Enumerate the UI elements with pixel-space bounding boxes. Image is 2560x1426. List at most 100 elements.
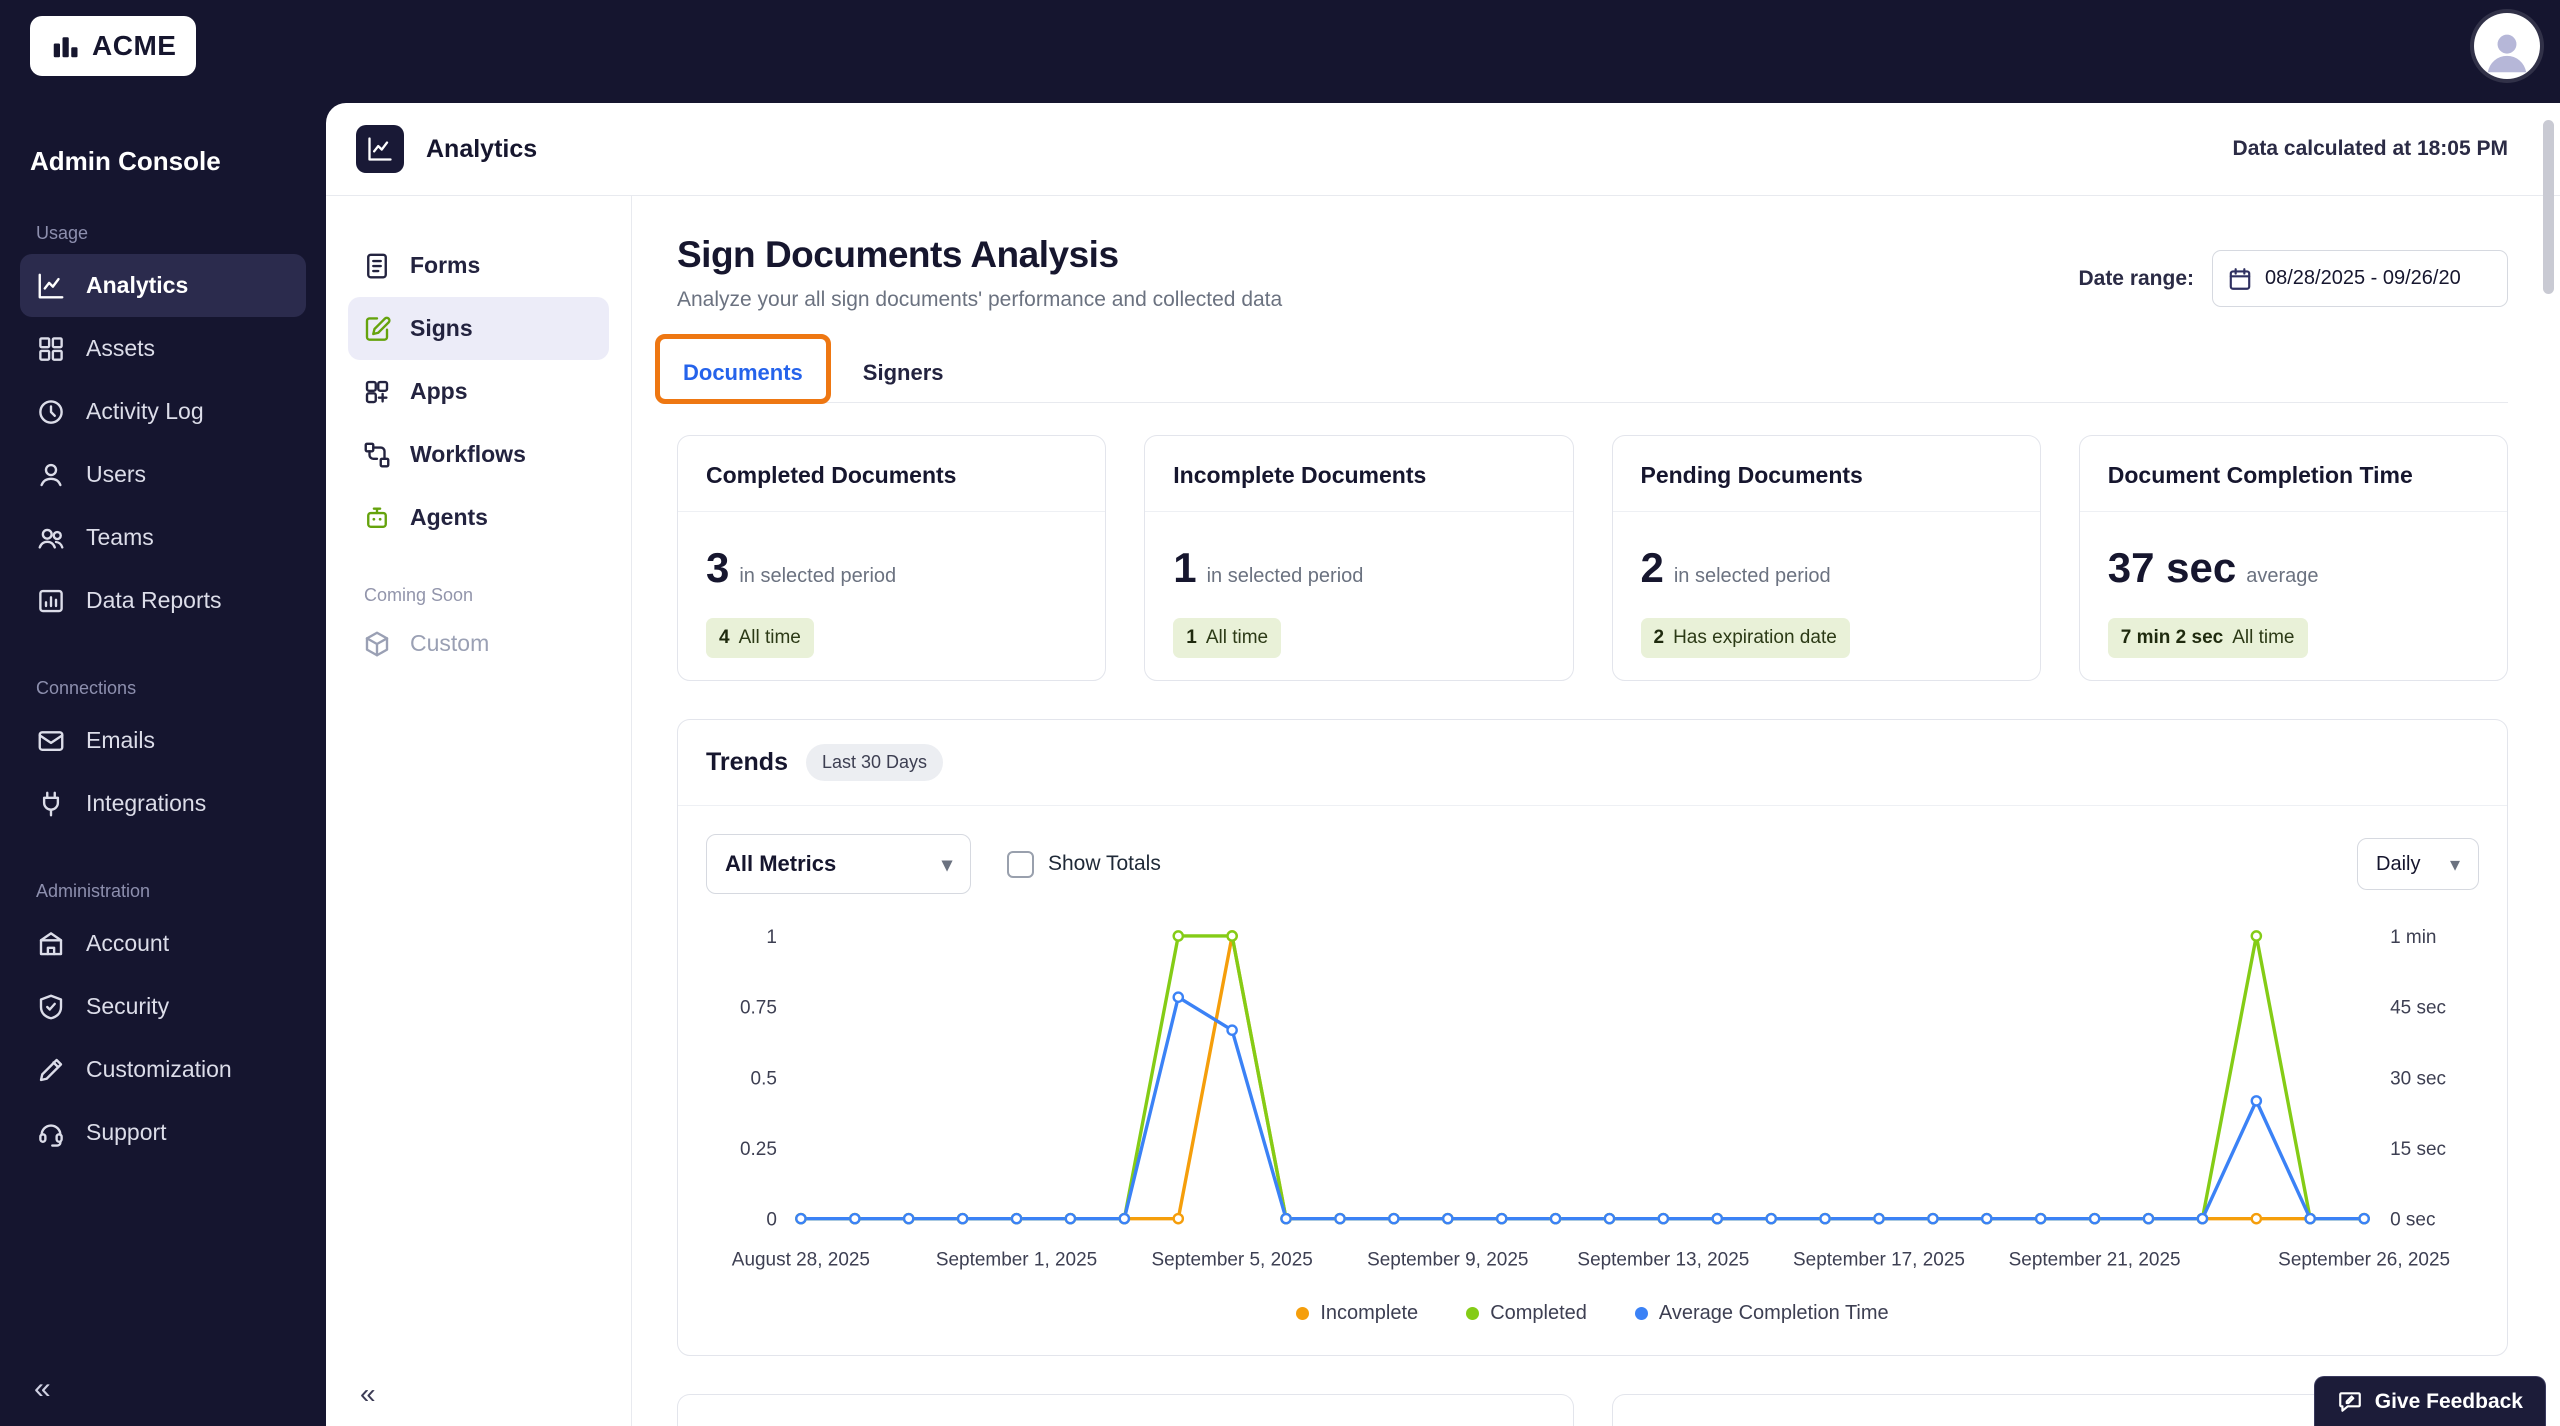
trends-card: Trends Last 30 Days All Metrics ▾ Show T…	[677, 719, 2508, 1356]
sidebar-item-analytics[interactable]: Analytics	[20, 254, 306, 317]
data-calculated-text: Data calculated at 18:05 PM	[2233, 137, 2508, 161]
documents-signers-tabs: Documents Signers	[677, 348, 2508, 403]
sidebar: ACME Admin Console Usage Analytics Asset…	[0, 0, 326, 1426]
svg-text:September 5, 2025: September 5, 2025	[1151, 1250, 1312, 1271]
sidebar-item-support[interactable]: Support	[20, 1101, 306, 1164]
user-avatar[interactable]	[2474, 13, 2540, 79]
stat-suffix: in selected period	[1207, 565, 1364, 587]
bottom-cards-row	[677, 1394, 2508, 1426]
stat-card-completed-documents: Completed Documents 3in selected period …	[677, 435, 1106, 681]
subnav-item-label: Custom	[410, 630, 489, 657]
subnav-item-forms[interactable]: Forms	[348, 234, 609, 297]
subnav-item-agents[interactable]: Agents	[348, 486, 609, 549]
stat-card-completion-time: Document Completion Time 37 sec average 7…	[2079, 435, 2508, 681]
main-card: Analytics Data calculated at 18:05 PM Fo…	[326, 103, 2560, 1426]
subnav-item-signs[interactable]: Signs	[348, 297, 609, 360]
sign-pen-icon	[362, 314, 392, 344]
svg-text:August 28, 2025: August 28, 2025	[732, 1250, 870, 1271]
chart-line-icon	[36, 271, 66, 301]
trend-chart-area: 00.250.50.7510 sec15 sec30 sec45 sec1 mi…	[678, 902, 2507, 1286]
subnav-item-workflows[interactable]: Workflows	[348, 423, 609, 486]
building-icon	[36, 929, 66, 959]
sidebar-item-users[interactable]: Users	[20, 443, 306, 506]
stat-suffix: average	[2246, 565, 2318, 587]
document-icon	[362, 251, 392, 281]
svg-text:30 sec: 30 sec	[2390, 1068, 2446, 1089]
sidebar-item-customization[interactable]: Customization	[20, 1038, 306, 1101]
analytics-header-icon	[356, 125, 404, 173]
stat-title: Document Completion Time	[2080, 436, 2507, 512]
sidebar-item-label: Analytics	[86, 272, 188, 299]
stat-value: 2	[1641, 544, 1664, 591]
stat-badge: 2Has expiration date	[1641, 618, 1850, 658]
analytics-subnav: Forms Signs Apps Workflows Agents Coming…	[326, 196, 632, 1426]
scrollbar-thumb[interactable]	[2543, 120, 2554, 294]
acme-logo-text: ACME	[92, 30, 176, 62]
sidebar-item-label: Activity Log	[86, 398, 204, 425]
card-header: Analytics Data calculated at 18:05 PM	[326, 103, 2560, 196]
legend-completed: Completed	[1466, 1302, 1587, 1325]
chevron-down-icon: ▾	[942, 852, 952, 877]
date-range-value: 08/28/2025 - 09/26/20	[2265, 267, 2461, 290]
sidebar-item-integrations[interactable]: Integrations	[20, 772, 306, 835]
trends-period-badge: Last 30 Days	[806, 744, 943, 781]
stat-card-incomplete-documents: Incomplete Documents 1in selected period…	[1144, 435, 1573, 681]
sidebar-item-label: Security	[86, 993, 169, 1020]
show-totals-label: Show Totals	[1048, 852, 1161, 876]
sidebar-item-activity-log[interactable]: Activity Log	[20, 380, 306, 443]
stat-badge: 7 min 2 secAll time	[2108, 618, 2308, 658]
metrics-select[interactable]: All Metrics ▾	[706, 834, 971, 894]
sidebar-item-security[interactable]: Security	[20, 975, 306, 1038]
sidebar-item-emails[interactable]: Emails	[20, 709, 306, 772]
tab-signers[interactable]: Signers	[857, 348, 950, 402]
robot-icon	[362, 503, 392, 533]
page-content: Sign Documents Analysis Analyze your all…	[632, 196, 2560, 1426]
feedback-bubble-icon	[2337, 1389, 2363, 1415]
person-icon	[2480, 25, 2534, 79]
coming-soon-label: Coming Soon	[364, 585, 631, 606]
svg-text:0.25: 0.25	[740, 1139, 777, 1160]
sidebar-item-account[interactable]: Account	[20, 912, 306, 975]
clock-icon	[36, 397, 66, 427]
svg-text:September 9, 2025: September 9, 2025	[1367, 1250, 1528, 1271]
sidebar-item-teams[interactable]: Teams	[20, 506, 306, 569]
sidebar-item-label: Assets	[86, 335, 155, 362]
interval-select[interactable]: Daily ▾	[2357, 838, 2479, 890]
page-title: Sign Documents Analysis	[677, 234, 1282, 276]
bottom-card-left	[677, 1394, 1574, 1426]
svg-text:45 sec: 45 sec	[2390, 998, 2446, 1019]
sidebar-item-assets[interactable]: Assets	[20, 317, 306, 380]
section-label-connections: Connections	[36, 678, 326, 699]
sidebar-item-data-reports[interactable]: Data Reports	[20, 569, 306, 632]
date-range-input[interactable]: 08/28/2025 - 09/26/20	[2212, 250, 2508, 307]
sidebar-item-label: Teams	[86, 524, 154, 551]
chevron-down-icon: ▾	[2450, 852, 2460, 877]
svg-text:September 17, 2025: September 17, 2025	[1793, 1250, 1965, 1271]
header-title: Analytics	[426, 135, 537, 164]
legend-avg-completion-time: Average Completion Time	[1635, 1302, 1889, 1325]
stat-suffix: in selected period	[739, 565, 896, 587]
sidebar-collapse-icon[interactable]: «	[34, 1372, 51, 1406]
tab-documents[interactable]: Documents	[677, 348, 809, 403]
acme-logo[interactable]: ACME	[30, 16, 196, 76]
subnav-collapse-icon[interactable]: «	[360, 1378, 376, 1410]
give-feedback-button[interactable]: Give Feedback	[2314, 1376, 2546, 1426]
stat-card-pending-documents: Pending Documents 2 in selected period 2H…	[1612, 435, 2041, 681]
date-range-label: Date range:	[2078, 267, 2194, 291]
show-totals-checkbox[interactable]	[1007, 851, 1034, 878]
sidebar-item-label: Customization	[86, 1056, 232, 1083]
user-icon	[36, 460, 66, 490]
show-totals-toggle[interactable]: Show Totals	[1007, 851, 1161, 878]
stat-value: 37 sec	[2108, 544, 2236, 591]
trend-line-chart: 00.250.50.7510 sec15 sec30 sec45 sec1 mi…	[706, 914, 2479, 1286]
pen-icon	[36, 1055, 66, 1085]
stat-title: Incomplete Documents	[1145, 436, 1572, 512]
subnav-item-apps[interactable]: Apps	[348, 360, 609, 423]
subnav-item-custom[interactable]: Custom	[348, 612, 609, 675]
stat-title: Pending Documents	[1613, 436, 2040, 512]
stat-suffix: in selected period	[1674, 565, 1831, 587]
svg-text:1: 1	[766, 927, 777, 948]
stat-badge: 4All time	[706, 618, 814, 658]
subnav-item-label: Forms	[410, 252, 480, 279]
sidebar-title: Admin Console	[30, 146, 326, 177]
